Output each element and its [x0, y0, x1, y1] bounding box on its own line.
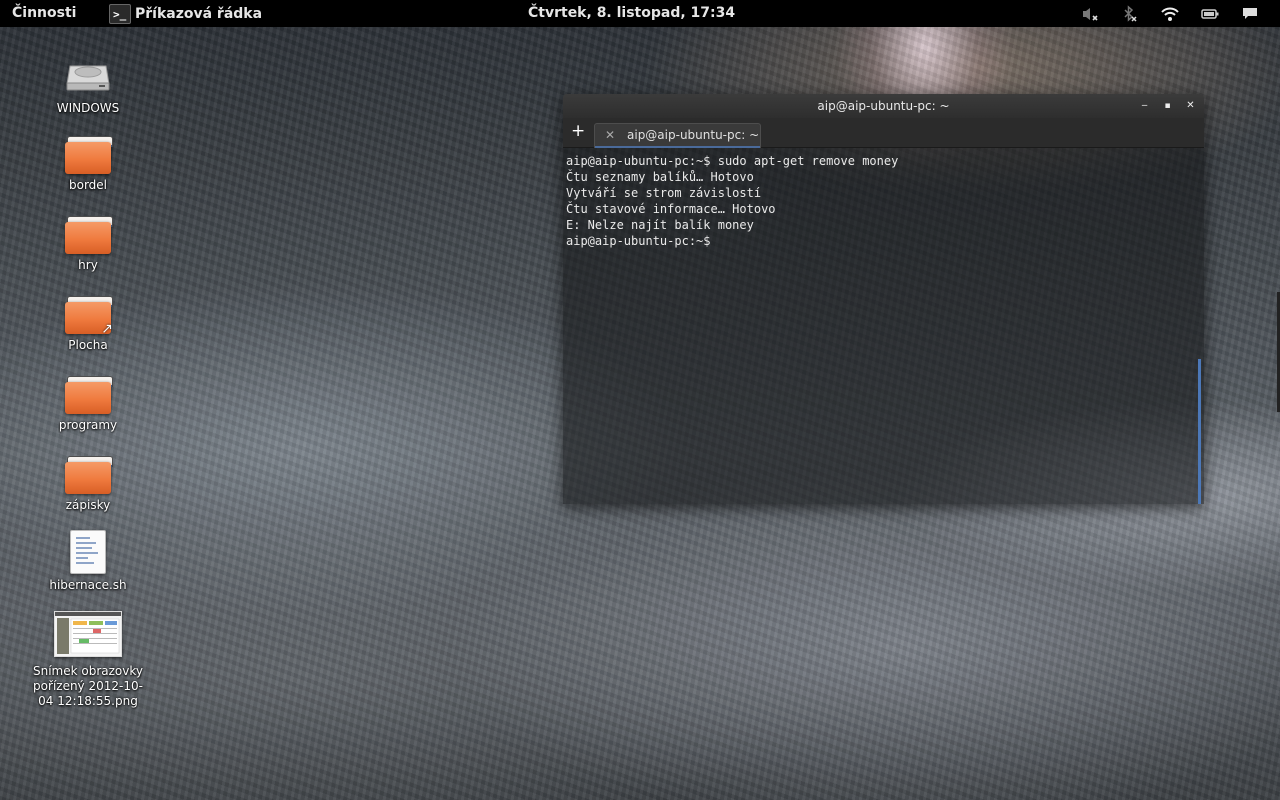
- folder-icon: [65, 136, 113, 174]
- app-menu-button[interactable]: >_ Příkazová řádka: [109, 0, 262, 27]
- terminal-app-icon: >_: [109, 3, 131, 24]
- desktop-icon-folder-bordel[interactable]: bordel: [29, 136, 147, 193]
- folder-icon: [65, 456, 113, 494]
- terminal-tab-bar: + ✕ aip@aip-ubuntu-pc: ~: [563, 118, 1204, 148]
- desktop-icon-label: programy: [58, 418, 118, 432]
- desktop-icon-script-hibernace[interactable]: hibernace.sh: [29, 530, 147, 593]
- volume-muted-icon[interactable]: [1070, 0, 1110, 27]
- terminal-prompt: aip@aip-ubuntu-pc:~$: [566, 234, 718, 248]
- folder-icon: [65, 216, 113, 254]
- desktop-icon-windows-drive[interactable]: WINDOWS: [29, 56, 147, 116]
- terminal-line: aip@aip-ubuntu-pc:~$ sudo apt-get remove…: [566, 154, 899, 168]
- desktop-icon-folder-programy[interactable]: programy: [29, 376, 147, 433]
- terminal-scrollbar[interactable]: [1198, 359, 1201, 504]
- desktop-icon-label: bordel: [68, 178, 107, 192]
- terminal-output[interactable]: aip@aip-ubuntu-pc:~$ sudo apt-get remove…: [563, 148, 1204, 504]
- terminal-window[interactable]: aip@aip-ubuntu-pc: ~ ‒ ▪ ✕ + ✕ aip@aip-u…: [563, 94, 1204, 504]
- image-thumbnail-icon: [54, 611, 122, 657]
- minimize-button[interactable]: ‒: [1136, 98, 1153, 115]
- desktop-icon-label: Plocha: [68, 338, 108, 352]
- terminal-line: E: Nelze najít balík money: [566, 218, 754, 232]
- desktop-icon-label: Snímek obrazovky pořízený 2012-10-04 12:…: [32, 664, 143, 708]
- bluetooth-off-icon[interactable]: [1110, 0, 1150, 27]
- terminal-tab[interactable]: ✕ aip@aip-ubuntu-pc: ~: [594, 123, 761, 148]
- folder-link-icon: ↗: [65, 296, 113, 337]
- desktop-icon-folder-zapisky[interactable]: zápisky: [29, 456, 147, 513]
- clock[interactable]: Čtvrtek, 8. listopad, 17:34: [528, 5, 735, 21]
- shell-script-icon: [70, 530, 106, 574]
- desktop-icon-label: WINDOWS: [56, 101, 120, 115]
- tab-close-icon[interactable]: ✕: [605, 128, 615, 142]
- terminal-line: Čtu seznamy balíků… Hotovo: [566, 170, 754, 184]
- terminal-titlebar[interactable]: aip@aip-ubuntu-pc: ~ ‒ ▪ ✕: [563, 94, 1204, 118]
- activities-button[interactable]: Činnosti: [12, 5, 76, 21]
- terminal-line: Vytváří se strom závislostí: [566, 186, 762, 200]
- wifi-icon[interactable]: [1150, 0, 1190, 27]
- app-menu-label: Příkazová řádka: [135, 5, 263, 22]
- close-button[interactable]: ✕: [1182, 98, 1199, 115]
- desktop-icon-folder-plocha[interactable]: ↗ Plocha: [29, 296, 147, 353]
- tab-label: aip@aip-ubuntu-pc: ~: [627, 128, 760, 142]
- top-panel: Činnosti >_ Příkazová řádka Čtvrtek, 8. …: [0, 0, 1280, 27]
- desktop-icon-folder-hry[interactable]: hry: [29, 216, 147, 273]
- window-title: aip@aip-ubuntu-pc: ~: [817, 99, 950, 113]
- maximize-button[interactable]: ▪: [1159, 98, 1176, 115]
- desktop-icon-screenshot-png[interactable]: Snímek obrazovky pořízený 2012-10-04 12:…: [29, 611, 147, 709]
- hard-drive-icon: [66, 65, 110, 91]
- desktop-icon-label: hry: [78, 258, 98, 272]
- terminal-line: Čtu stavové informace… Hotovo: [566, 202, 776, 216]
- system-tray: [1070, 0, 1270, 27]
- new-tab-button[interactable]: +: [571, 121, 587, 141]
- desktop-icon-label: hibernace.sh: [49, 578, 127, 592]
- folder-icon: [65, 376, 113, 414]
- desktop-icon-label: zápisky: [65, 498, 111, 512]
- message-icon[interactable]: [1230, 0, 1270, 27]
- battery-icon[interactable]: [1190, 0, 1230, 27]
